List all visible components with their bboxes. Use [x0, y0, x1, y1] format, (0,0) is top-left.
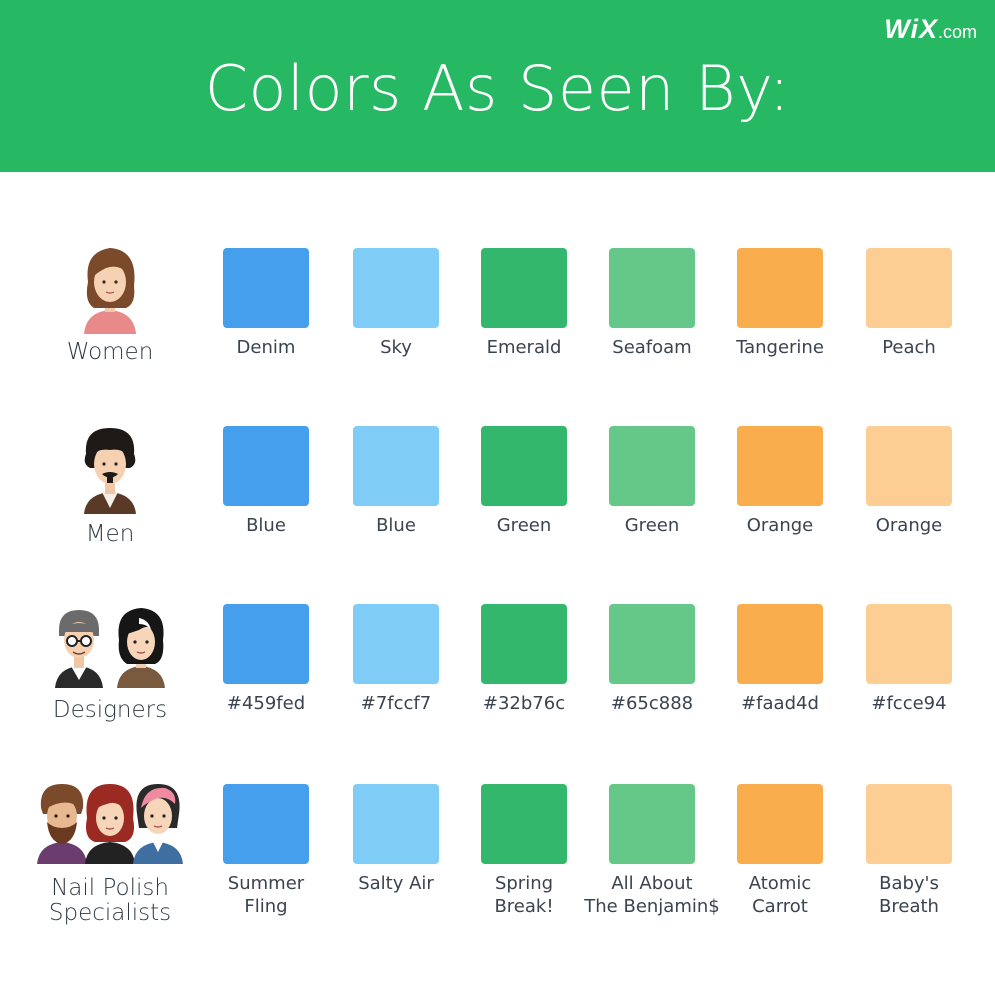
color-swatch: [481, 784, 567, 864]
pink-hair-woman-avatar-icon: [133, 784, 183, 864]
row-men: Men Blue Blue Green Green Orange Orange: [0, 418, 995, 588]
color-swatch: [866, 248, 952, 328]
color-swatch: [223, 784, 309, 864]
color-swatch: [353, 248, 439, 328]
color-swatch: [353, 784, 439, 864]
group-designers: Designers: [0, 596, 220, 766]
wix-logo: WiX.com: [884, 14, 977, 45]
color-swatch: [223, 426, 309, 506]
swatch-label: Orange: [875, 515, 943, 536]
color-swatch: [866, 784, 952, 864]
swatch-label: Tangerine: [736, 337, 824, 358]
group-label: Women: [66, 339, 154, 365]
color-swatch: [353, 604, 439, 684]
color-swatch: [223, 604, 309, 684]
color-swatch: [866, 426, 952, 506]
swatch-label: Peach: [882, 337, 936, 358]
color-swatch: [737, 784, 823, 864]
swatch-label: Denim: [236, 337, 296, 358]
color-swatch: [609, 604, 695, 684]
color-swatch: [609, 784, 695, 864]
page-title: Colors As Seen By:: [204, 52, 791, 125]
row-nail-polish-specialists: Nail Polish Specialists Summer Fling Salt…: [0, 776, 995, 946]
redhead-woman-avatar-icon: [85, 784, 135, 864]
color-swatch: [481, 248, 567, 328]
color-swatch: [223, 248, 309, 328]
swatch-label: #459fed: [226, 693, 306, 714]
swatch-label: #faad4d: [741, 693, 819, 714]
row-designers: Designers #459fed #7fccf7 #32b76c #65c888 #f…: [0, 596, 995, 766]
color-swatch: [737, 426, 823, 506]
swatch-label: Summer Fling: [227, 873, 305, 917]
group-women: Women: [0, 240, 220, 410]
header-banner: Colors As Seen By: WiX.com: [0, 0, 995, 172]
color-swatch: [481, 426, 567, 506]
color-swatch: [737, 604, 823, 684]
logo-domain: .com: [937, 22, 977, 42]
group-label: Men: [85, 521, 135, 547]
swatch-label: #fcce94: [871, 693, 947, 714]
designer-woman-avatar-icon: [117, 608, 165, 688]
color-swatch: [609, 426, 695, 506]
group-nail-polish-specialists: Nail Polish Specialists: [0, 776, 220, 946]
color-swatch: [353, 426, 439, 506]
bearded-man-avatar-icon: [37, 784, 87, 864]
color-swatch: [737, 248, 823, 328]
logo-wordmark: WiX: [884, 14, 938, 44]
designer-man-avatar-icon: [55, 610, 103, 688]
color-swatch: [609, 248, 695, 328]
swatch-label: Atomic Carrot: [748, 873, 812, 917]
color-swatch: [866, 604, 952, 684]
woman-avatar-icon: [84, 248, 136, 334]
man-avatar-icon: [84, 428, 136, 514]
group-men: Men: [0, 418, 220, 588]
swatch-label: Baby's Breath: [879, 873, 939, 917]
color-swatch: [481, 604, 567, 684]
row-women: Women Denim Sky Emerald Seafoam Tangerine Pea…: [0, 240, 995, 410]
swatch-label: Blue: [246, 515, 286, 536]
group-label: Designers: [52, 697, 168, 723]
group-label: Nail Polish Specialists: [48, 875, 172, 926]
swatch-label: Orange: [746, 515, 814, 536]
